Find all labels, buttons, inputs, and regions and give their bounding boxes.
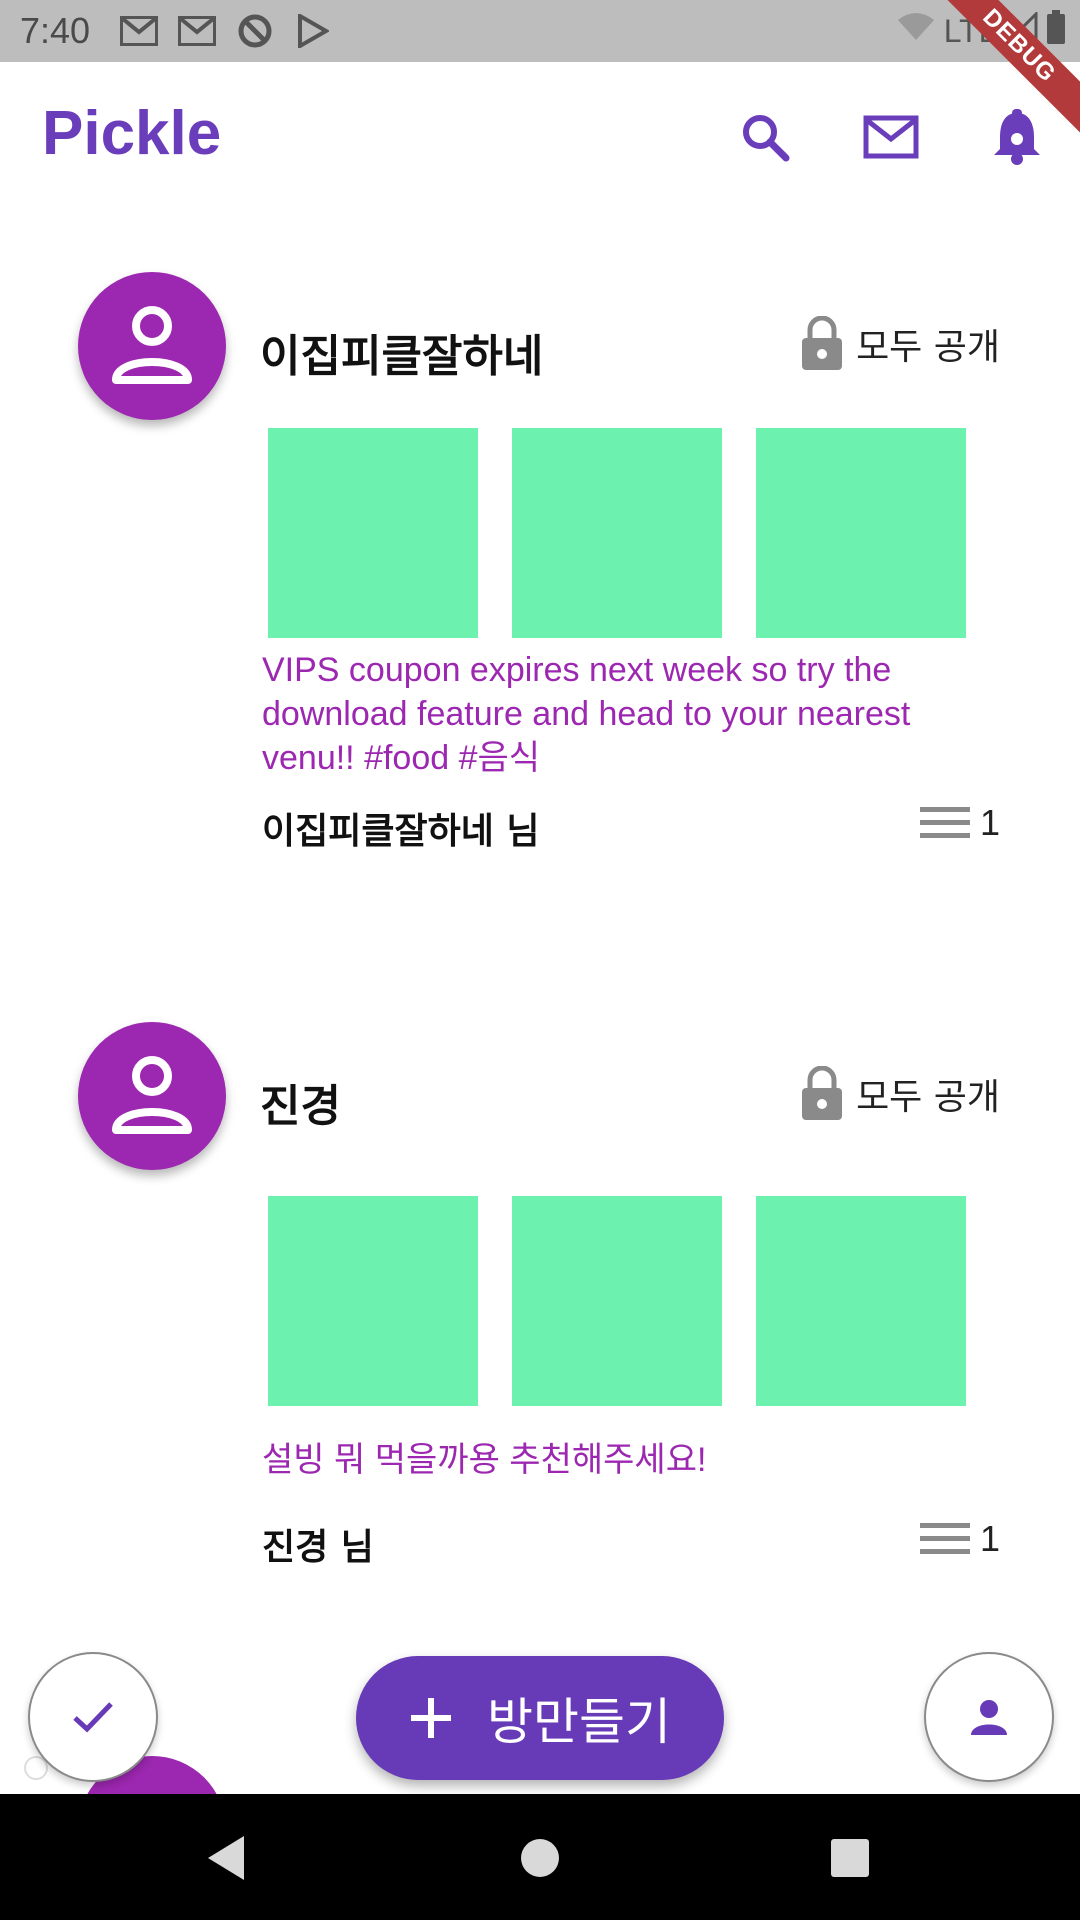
gmail-icon <box>176 12 218 50</box>
privacy-badge: 모두 공개 <box>800 316 1000 372</box>
app-title: Pickle <box>42 99 222 168</box>
profile-button[interactable] <box>924 1652 1054 1782</box>
post-author: 진경 님 <box>262 1527 374 1568</box>
recents-square-icon <box>831 1839 869 1877</box>
post-text: 설빙 뭐 먹을까용 추천해주세요! <box>262 1441 707 1479</box>
gmail-icon <box>118 12 160 50</box>
image-tiles <box>268 428 966 638</box>
image-tiles <box>268 1196 966 1406</box>
post-title: 진경 <box>260 1081 341 1132</box>
member-count: 1 <box>919 1518 1000 1560</box>
mail-button[interactable] <box>856 102 926 172</box>
avatar[interactable] <box>78 272 226 420</box>
menu-lines-icon <box>919 807 970 838</box>
count-value: 1 <box>979 1518 1000 1559</box>
person-outline-icon <box>112 306 192 384</box>
search-icon <box>743 115 790 162</box>
person-outline-icon <box>112 1056 192 1134</box>
privacy-badge: 모두 공개 <box>800 1066 1000 1122</box>
back-triangle-icon <box>208 1836 244 1880</box>
image-tile[interactable] <box>512 1196 722 1406</box>
privacy-label: 모두 공개 <box>856 1077 1000 1118</box>
image-tile[interactable] <box>756 428 966 638</box>
create-room-label: 방만들기 <box>487 1693 671 1751</box>
battery-icon <box>1046 10 1066 52</box>
lock-icon <box>802 316 843 370</box>
post-card[interactable]: 이집피클잘하네 모두 공개 VIPS coupon expires next w… <box>0 270 1080 870</box>
plus-icon <box>411 1698 451 1738</box>
recents-button[interactable] <box>820 1828 880 1888</box>
count-value: 1 <box>979 802 1000 843</box>
avatar[interactable] <box>78 1022 226 1170</box>
back-button[interactable] <box>196 1828 256 1888</box>
search-button[interactable] <box>730 102 800 172</box>
notifications-button[interactable] <box>982 102 1052 172</box>
notification-icons <box>118 12 334 50</box>
notification-bell-icon <box>994 109 1040 165</box>
home-button[interactable] <box>510 1828 570 1888</box>
check-icon <box>73 1702 113 1733</box>
image-tile[interactable] <box>268 1196 478 1406</box>
person-icon <box>971 1700 1007 1735</box>
image-tile[interactable] <box>512 428 722 638</box>
wifi-icon <box>896 12 936 50</box>
post-author: 이집피클잘하네 님 <box>262 811 540 852</box>
post-title: 이집피클잘하네 <box>260 331 544 382</box>
post-text: VIPS coupon expires next week so try the… <box>262 651 911 777</box>
create-room-button[interactable]: 방만들기 <box>356 1656 724 1780</box>
system-nav-bar <box>0 1794 1080 1920</box>
play-store-icon <box>292 12 334 50</box>
check-button[interactable] <box>28 1652 158 1782</box>
status-bar: 7:40 LTE <box>0 0 1080 62</box>
mail-icon <box>863 115 919 159</box>
status-time: 7:40 <box>20 10 91 51</box>
lock-icon <box>802 1066 843 1120</box>
privacy-label: 모두 공개 <box>856 327 1000 368</box>
sync-icon <box>234 12 276 50</box>
app-bar: Pickle <box>0 62 1080 208</box>
member-count: 1 <box>919 802 1000 844</box>
home-circle-icon <box>521 1839 559 1877</box>
menu-lines-icon <box>919 1523 970 1554</box>
image-tile[interactable] <box>268 428 478 638</box>
post-card[interactable]: 진경 모두 공개 설빙 뭐 먹을까용 추천해주세요! 진경 님 1 <box>0 1020 1080 1580</box>
image-tile[interactable] <box>756 1196 966 1406</box>
